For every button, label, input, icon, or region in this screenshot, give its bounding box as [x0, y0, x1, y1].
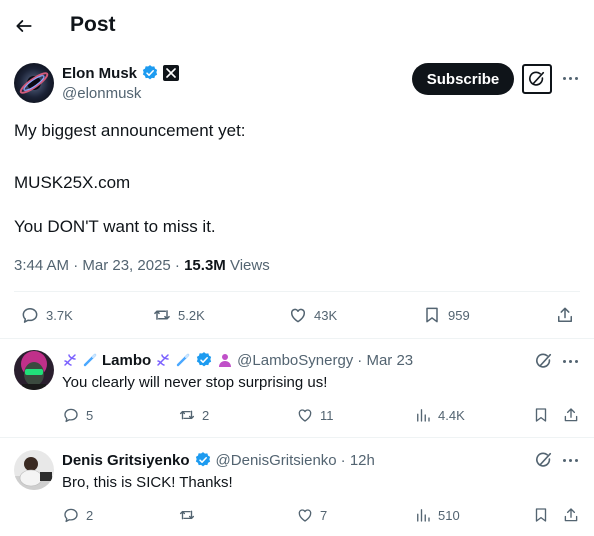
post-text-line1: My biggest announcement yet:	[14, 121, 246, 140]
post-timestamp[interactable]: 3:44 AM · Mar 23, 2025 ·	[14, 257, 184, 274]
more-icon[interactable]	[563, 77, 578, 80]
repost-button[interactable]	[178, 506, 202, 524]
repost-count: 2	[202, 407, 210, 423]
bookmark-button[interactable]	[532, 406, 550, 424]
reply-avatar[interactable]	[14, 450, 54, 490]
verified-badge-icon	[142, 65, 158, 80]
reply-count: 2	[86, 507, 94, 523]
grok-icon[interactable]	[535, 451, 553, 469]
reply-author-name[interactable]: Lambo	[102, 352, 151, 369]
bookmark-icon	[535, 408, 547, 422]
rocket-icon	[176, 353, 190, 367]
like-icon	[298, 409, 312, 422]
bookmark-icon	[426, 307, 438, 323]
grok-icon[interactable]	[535, 352, 553, 370]
divider	[0, 338, 594, 339]
share-button[interactable]	[562, 506, 580, 524]
reply-text: Bro, this is SICK! Thanks!	[62, 474, 233, 491]
repost-count: 5.2K	[178, 307, 205, 323]
dna-icon	[64, 354, 76, 366]
repost-icon	[179, 410, 195, 420]
repost-icon	[179, 510, 195, 520]
like-button[interactable]: 43K	[288, 305, 337, 325]
reply-avatar[interactable]	[14, 350, 54, 390]
author-handle[interactable]: @elonmusk	[62, 85, 141, 102]
post-text-line2: MUSK25X.com	[14, 173, 131, 192]
like-icon	[290, 308, 306, 323]
scientist-icon	[219, 354, 232, 367]
views-count: 4.4K	[438, 407, 465, 423]
reply-author-handle[interactable]: @DenisGritsienko	[216, 452, 337, 469]
like-button[interactable]: 7	[296, 506, 327, 524]
views-count: 510	[438, 507, 460, 523]
share-button[interactable]	[562, 406, 580, 424]
like-count: 43K	[314, 307, 338, 323]
bookmark-icon	[535, 508, 547, 522]
page-title: Post	[70, 13, 116, 36]
repost-button[interactable]: 2	[178, 406, 209, 424]
more-icon[interactable]	[563, 360, 578, 363]
x-logo-icon	[163, 65, 180, 81]
grok-button[interactable]	[522, 64, 552, 94]
reply-count: 5	[86, 407, 94, 423]
reply-button[interactable]: 3.7K	[20, 305, 73, 325]
reply-button[interactable]: 2	[62, 506, 93, 524]
views-icon	[417, 509, 430, 522]
reply-author-handle[interactable]: @LamboSynergy	[237, 352, 353, 369]
reply-date[interactable]: · 12h	[341, 452, 375, 469]
views-label: Views	[225, 257, 270, 274]
author-name[interactable]: Elon Musk	[62, 65, 137, 82]
views-button[interactable]: 510	[414, 506, 460, 524]
like-button[interactable]: 11	[296, 406, 334, 424]
share-icon	[564, 408, 578, 422]
rocket-icon	[83, 353, 97, 367]
post-text-line3: You DON'T want to miss it.	[14, 217, 216, 236]
views-icon	[417, 409, 430, 422]
bookmark-count: 959	[448, 307, 470, 323]
more-icon[interactable]	[563, 459, 578, 462]
reply-date[interactable]: · Mar 23	[357, 352, 413, 369]
verified-badge-icon	[195, 452, 210, 467]
post-meta: 3:44 AM · Mar 23, 2025 · 15.3M Views	[14, 257, 270, 274]
views-button[interactable]: 4.4K	[414, 406, 465, 424]
repost-icon	[154, 310, 170, 320]
reply-icon	[22, 308, 38, 323]
repost-button[interactable]: 5.2K	[152, 305, 205, 325]
like-count: 11	[320, 407, 334, 423]
like-icon	[298, 509, 312, 522]
verified-badge-icon	[197, 352, 212, 367]
reply-icon	[64, 508, 78, 523]
bookmark-button[interactable]	[532, 506, 550, 524]
arrow-left-icon	[16, 20, 32, 32]
share-button[interactable]	[555, 305, 575, 325]
divider	[14, 291, 580, 292]
reply-text: You clearly will never stop surprising u…	[62, 374, 328, 391]
subscribe-label: Subscribe	[426, 70, 500, 88]
subscribe-button[interactable]: Subscribe	[412, 63, 514, 95]
reply-author-name[interactable]: Denis Gritsiyenko	[62, 452, 190, 469]
grok-icon	[529, 71, 545, 86]
share-icon	[564, 508, 578, 522]
reply-button[interactable]: 5	[62, 406, 93, 424]
dna-icon	[157, 354, 169, 366]
back-button[interactable]	[10, 14, 38, 38]
views-count: 15.3M	[184, 257, 226, 274]
divider	[0, 437, 594, 438]
reply-count: 3.7K	[46, 307, 73, 323]
author-avatar[interactable]	[14, 63, 54, 103]
share-icon	[558, 307, 572, 322]
like-count: 7	[320, 507, 328, 523]
reply-icon	[64, 408, 78, 423]
bookmark-button[interactable]: 959	[422, 305, 470, 325]
